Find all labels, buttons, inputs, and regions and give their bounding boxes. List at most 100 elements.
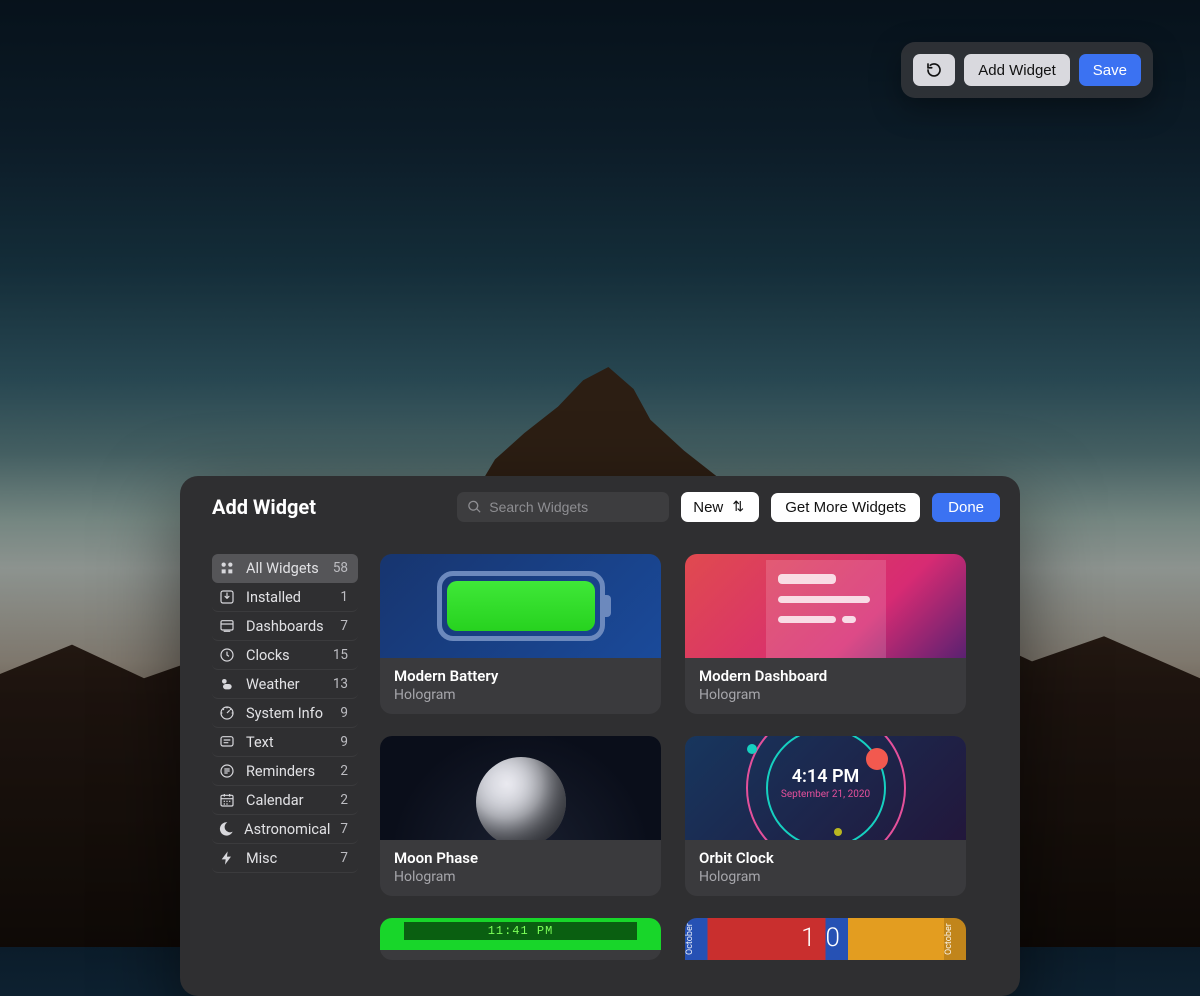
card-caption: Orbit Clock Hologram bbox=[685, 840, 966, 896]
card-subtitle: Hologram bbox=[394, 687, 647, 703]
preview-orbit: 4:14 PM September 21, 2020 bbox=[685, 736, 966, 840]
grid-icon bbox=[218, 559, 236, 577]
sidebar-item-label: System Info bbox=[246, 705, 330, 722]
sidebar-item-count: 1 bbox=[340, 589, 348, 605]
widget-card-modern-battery[interactable]: Modern Battery Hologram bbox=[380, 554, 661, 714]
preview-dashboard bbox=[685, 554, 966, 658]
sidebar-item-weather[interactable]: Weather 13 bbox=[212, 670, 358, 699]
sidebar-item-label: Calendar bbox=[246, 792, 330, 809]
sidebar-item-astronomical[interactable]: Astronomical 7 bbox=[212, 815, 358, 844]
sidebar-item-count: 7 bbox=[340, 821, 348, 837]
moon-icon bbox=[218, 820, 234, 838]
add-widget-modal: Add Widget New ⇅ Get More Widgets Done A… bbox=[180, 476, 1020, 996]
retroclock-time: 11:41 PM bbox=[404, 922, 637, 940]
weather-icon bbox=[218, 675, 236, 693]
sidebar-item-count: 9 bbox=[340, 734, 348, 750]
orbit-time: 4:14 PM bbox=[685, 766, 966, 787]
dashboard-icon bbox=[218, 617, 236, 635]
card-caption: Modern Dashboard Hologram bbox=[685, 658, 966, 714]
preview-moon bbox=[380, 736, 661, 840]
card-name: Modern Battery bbox=[394, 667, 647, 685]
widget-card-orbit-clock[interactable]: 4:14 PM September 21, 2020 Orbit Clock H… bbox=[685, 736, 966, 896]
revert-button[interactable] bbox=[913, 54, 955, 86]
preview-battery bbox=[380, 554, 661, 658]
get-more-widgets-button[interactable]: Get More Widgets bbox=[771, 493, 920, 522]
done-button[interactable]: Done bbox=[932, 493, 1000, 522]
sidebar-item-label: All Widgets bbox=[246, 560, 323, 577]
sidebar-item-reminders[interactable]: Reminders 2 bbox=[212, 757, 358, 786]
battery-body-icon bbox=[437, 571, 605, 641]
calbar-month-right: October bbox=[944, 918, 966, 960]
add-widget-button[interactable]: Add Widget bbox=[964, 54, 1070, 86]
preview-retroclock: 11:41 PM bbox=[380, 918, 661, 950]
card-subtitle: Hologram bbox=[394, 869, 647, 885]
sidebar-item-label: Reminders bbox=[246, 763, 330, 780]
sidebar-item-label: Astronomical bbox=[244, 821, 330, 838]
widget-card-moon-phase[interactable]: Moon Phase Hologram bbox=[380, 736, 661, 896]
dashboard-sheet-icon bbox=[766, 560, 886, 658]
text-icon bbox=[218, 733, 236, 751]
widget-card-calendar-bar[interactable]: October 10 October bbox=[685, 918, 966, 960]
sidebar-item-count: 7 bbox=[340, 618, 348, 634]
widget-grid[interactable]: Modern Battery Hologram Modern Dashboard… bbox=[376, 538, 1015, 996]
gauge-icon bbox=[218, 704, 236, 722]
calbar-month-left: October bbox=[685, 918, 707, 960]
modal-header: Add Widget New ⇅ Get More Widgets Done bbox=[180, 476, 1020, 538]
sidebar-item-all[interactable]: All Widgets 58 bbox=[212, 554, 358, 583]
card-caption: Moon Phase Hologram bbox=[380, 840, 661, 896]
card-name: Moon Phase bbox=[394, 849, 647, 867]
card-caption: Modern Battery Hologram bbox=[380, 658, 661, 714]
orbit-date: September 21, 2020 bbox=[685, 789, 966, 800]
card-subtitle: Hologram bbox=[699, 687, 952, 703]
sidebar-item-label: Installed bbox=[246, 589, 330, 606]
sidebar-item-count: 2 bbox=[340, 792, 348, 808]
sidebar-item-count: 9 bbox=[340, 705, 348, 721]
sidebar-item-dashboards[interactable]: Dashboards 7 bbox=[212, 612, 358, 641]
save-button-label: Save bbox=[1093, 62, 1127, 79]
card-subtitle: Hologram bbox=[699, 869, 952, 885]
download-icon bbox=[218, 588, 236, 606]
modal-body: All Widgets 58 Installed 1 Dashboards 7 … bbox=[180, 538, 1020, 996]
desktop-edit-toolbar: Add Widget Save bbox=[901, 42, 1153, 98]
card-name: Orbit Clock bbox=[699, 849, 952, 867]
sidebar-item-system-info[interactable]: System Info 9 bbox=[212, 699, 358, 728]
sidebar-item-label: Dashboards bbox=[246, 618, 330, 635]
search-input[interactable] bbox=[457, 492, 669, 522]
sidebar-item-count: 58 bbox=[333, 560, 348, 576]
sidebar-item-clocks[interactable]: Clocks 15 bbox=[212, 641, 358, 670]
modal-title: Add Widget bbox=[212, 495, 316, 519]
sidebar-item-label: Text bbox=[246, 734, 330, 751]
sidebar-item-label: Weather bbox=[246, 676, 323, 693]
category-sidebar: All Widgets 58 Installed 1 Dashboards 7 … bbox=[180, 538, 376, 996]
widget-card-retro-clock[interactable]: 11:41 PM bbox=[380, 918, 661, 960]
sort-button[interactable]: New ⇅ bbox=[681, 492, 759, 522]
sort-button-label: New bbox=[693, 499, 723, 516]
save-button[interactable]: Save bbox=[1079, 54, 1141, 86]
sidebar-item-count: 2 bbox=[340, 763, 348, 779]
search-icon bbox=[467, 500, 482, 515]
battery-fill-icon bbox=[447, 581, 595, 631]
calbar-day: 10 bbox=[707, 918, 944, 960]
preview-calbar: October 10 October bbox=[685, 918, 966, 960]
battery-tip-icon bbox=[605, 595, 611, 617]
sidebar-item-label: Misc bbox=[246, 850, 330, 867]
sidebar-item-misc[interactable]: Misc 7 bbox=[212, 844, 358, 873]
sidebar-item-text[interactable]: Text 9 bbox=[212, 728, 358, 757]
widget-card-modern-dashboard[interactable]: Modern Dashboard Hologram bbox=[685, 554, 966, 714]
sidebar-item-count: 15 bbox=[333, 647, 348, 663]
calendar-icon bbox=[218, 791, 236, 809]
list-icon bbox=[218, 762, 236, 780]
revert-icon bbox=[925, 61, 943, 79]
done-button-label: Done bbox=[948, 499, 984, 516]
search-wrap bbox=[457, 492, 669, 522]
sidebar-item-count: 13 bbox=[333, 676, 348, 692]
card-name: Modern Dashboard bbox=[699, 667, 952, 685]
sidebar-item-count: 7 bbox=[340, 850, 348, 866]
sort-arrows-icon: ⇅ bbox=[729, 498, 747, 516]
bolt-icon bbox=[218, 849, 236, 867]
clock-icon bbox=[218, 646, 236, 664]
moon-icon bbox=[476, 757, 566, 840]
add-widget-button-label: Add Widget bbox=[978, 62, 1056, 79]
sidebar-item-calendar[interactable]: Calendar 2 bbox=[212, 786, 358, 815]
sidebar-item-installed[interactable]: Installed 1 bbox=[212, 583, 358, 612]
